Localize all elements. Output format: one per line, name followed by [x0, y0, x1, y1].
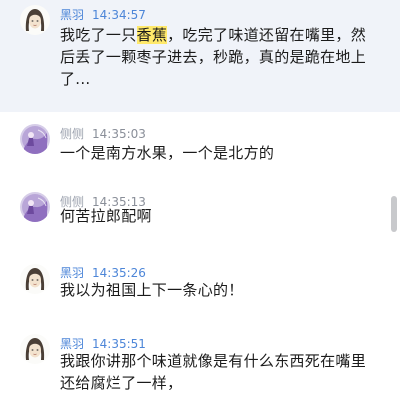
message-text: 我以为祖国上下一条心的！: [60, 281, 244, 299]
chat-message[interactable]: 黑羽 14:34:57 我吃了一只香蕉，吃完了味道还留在嘴里，然后丢了一颗枣子进去…: [0, 0, 400, 112]
message-time: 14:34:57: [92, 8, 146, 22]
sender-name[interactable]: 黑羽: [60, 266, 84, 280]
message-time: 14:35:26: [92, 266, 146, 280]
woman-avatar[interactable]: [20, 264, 50, 294]
woman-avatar[interactable]: [20, 334, 50, 364]
message-text: 一个是南方水果，一个是北方的: [60, 144, 275, 162]
message-time: 14:35:51: [92, 337, 146, 351]
message-text-part: 我吃了一只: [60, 26, 137, 44]
message-header: 黑羽 14:35:51: [60, 333, 146, 351]
purple-figure-avatar[interactable]: [20, 192, 50, 222]
woman-avatar[interactable]: [20, 5, 50, 35]
sender-name[interactable]: 黑羽: [60, 8, 84, 22]
chat-message[interactable]: 黑羽 14:35:26 我以为祖国上下一条心的！: [0, 252, 400, 324]
message-text: 我吃了一只香蕉，吃完了味道还留在嘴里，然后丢了一颗枣子进去，秒跪，真的是跪在地上…: [60, 24, 370, 90]
chat-message[interactable]: 侧侧 14:35:03 一个是南方水果，一个是北方的: [0, 112, 400, 184]
message-text: 我跟你讲那个味道就像是有什么东西死在嘴里还给腐烂了一样，: [60, 352, 367, 392]
message-text: 何苦拉郎配啊: [60, 207, 152, 225]
message-header: 黑羽 14:35:26: [60, 262, 146, 280]
chat-message[interactable]: 侧侧 14:35:13 何苦拉郎配啊: [0, 184, 400, 252]
purple-figure-avatar[interactable]: [20, 124, 50, 154]
message-time: 14:35:03: [92, 127, 146, 141]
highlighted-keyword: 香蕉: [136, 26, 168, 44]
chat-message-list: 黑羽 14:34:57 我吃了一只香蕉，吃完了味道还留在嘴里，然后丢了一颗枣子进去…: [0, 0, 400, 400]
message-header: 黑羽 14:34:57: [60, 4, 146, 22]
scrollbar-thumb[interactable]: [391, 196, 397, 232]
message-header: 侧侧 14:35:03: [60, 123, 146, 141]
chat-message[interactable]: 黑羽 14:35:51 我跟你讲那个味道就像是有什么东西死在嘴里还给腐烂了一样，: [0, 324, 400, 400]
sender-name[interactable]: 黑羽: [60, 337, 84, 351]
sender-name[interactable]: 侧侧: [60, 127, 84, 141]
